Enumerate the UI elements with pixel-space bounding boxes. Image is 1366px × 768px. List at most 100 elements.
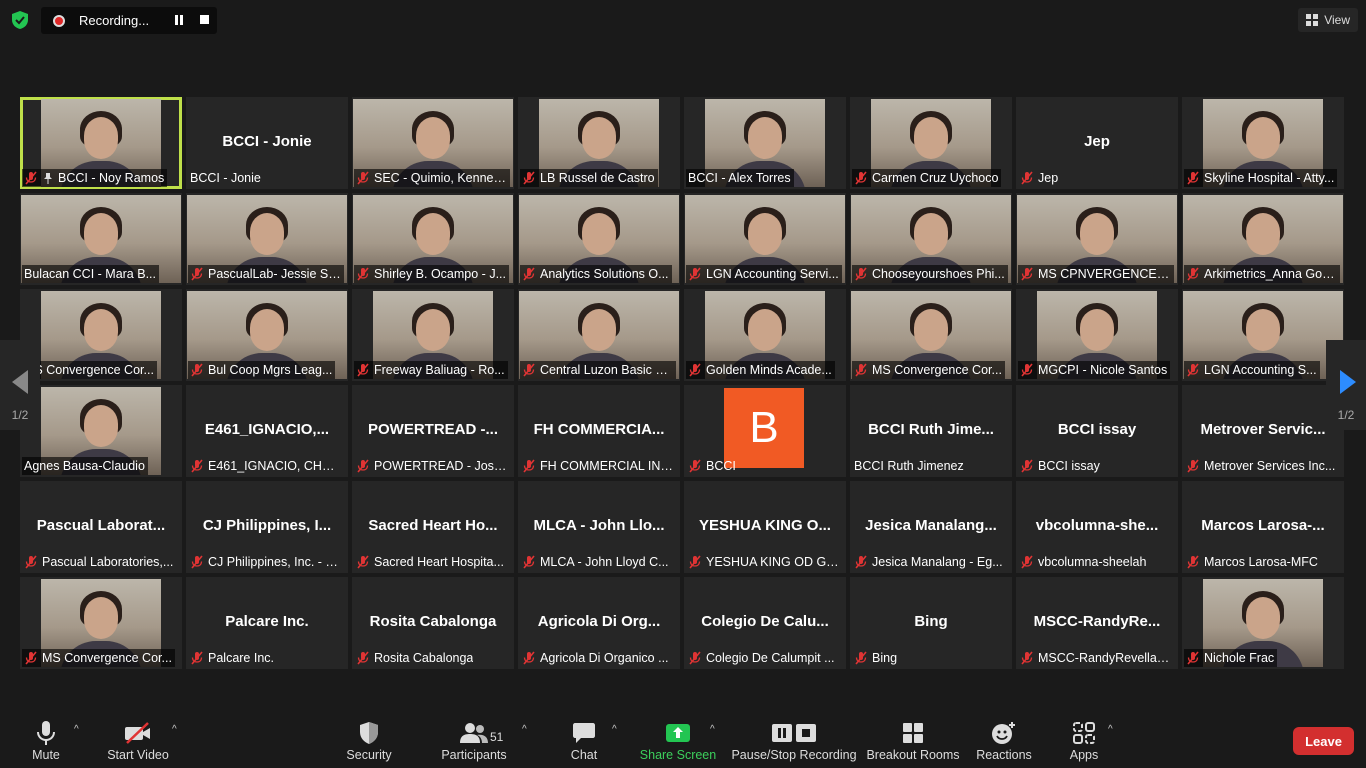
participant-name-label: YESHUA KING OD GL... <box>686 553 842 571</box>
participant-tile[interactable]: BCCI Ruth Jime... BCCI Ruth Jimenez <box>850 385 1012 477</box>
mic-muted-icon <box>689 651 701 665</box>
leave-button[interactable]: Leave <box>1293 727 1354 755</box>
participants-options-chevron-icon[interactable]: ^ <box>522 724 527 735</box>
mic-muted-icon <box>25 651 37 665</box>
participant-tile[interactable]: PascualLab- Jessie Sa... <box>186 193 348 285</box>
breakout-rooms-button[interactable]: Breakout Rooms <box>866 708 960 768</box>
participant-tile[interactable]: FH COMMERCIA... FH COMMERCIAL INC... <box>518 385 680 477</box>
participant-tile[interactable]: Agricola Di Org... Agricola Di Organico .… <box>518 577 680 669</box>
mic-muted-icon <box>855 651 867 665</box>
participant-tile[interactable]: Agnes Bausa-Claudio <box>20 385 182 477</box>
participant-display-name: CJ Philippines, I... <box>202 517 332 534</box>
apps-button[interactable]: Apps <box>1062 708 1106 768</box>
participant-name: Jep <box>1038 171 1059 185</box>
participant-name: Bul Coop Mgrs Leag... <box>208 363 333 377</box>
start-video-button[interactable]: Start Video <box>106 708 170 768</box>
share-options-chevron-icon[interactable]: ^ <box>710 724 715 735</box>
participant-tile[interactable]: Arkimetrics_Anna Gon... <box>1182 193 1344 285</box>
share-screen-button[interactable]: Share Screen <box>640 708 716 768</box>
pause-stop-recording-button[interactable]: Pause/Stop Recording <box>731 708 857 768</box>
stop-recording-icon[interactable] <box>200 15 209 24</box>
participant-tile[interactable]: B BCCI <box>684 385 846 477</box>
mic-muted-icon <box>1021 459 1033 473</box>
participant-tile[interactable]: Sacred Heart Ho... Sacred Heart Hospita..… <box>352 481 514 573</box>
video-options-chevron-icon[interactable]: ^ <box>172 724 177 735</box>
participant-tile[interactable]: MS Convergence Cor... <box>20 289 182 381</box>
view-button[interactable]: View <box>1298 8 1358 32</box>
participant-tile[interactable]: LGN Accounting Servi... <box>684 193 846 285</box>
participant-tile[interactable]: Pascual Laborat... Pascual Laboratories,.… <box>20 481 182 573</box>
participant-display-name: Jesica Manalang... <box>865 517 997 534</box>
participant-tile[interactable]: Rosita Cabalonga Rosita Cabalonga <box>352 577 514 669</box>
video-off-icon <box>124 718 152 748</box>
participant-tile[interactable]: Colegio De Calu... Colegio De Calumpit ..… <box>684 577 846 669</box>
participant-tile[interactable]: Central Luzon Basic H... <box>518 289 680 381</box>
participant-display-name: Rosita Cabalonga <box>369 613 497 630</box>
participant-tile[interactable]: MS CPNVERGENCE C... <box>1016 193 1178 285</box>
participant-name-label: SEC - Quimio, Kennet... <box>354 169 510 187</box>
participant-name: Pascual Laboratories,... <box>42 555 174 569</box>
mic-muted-icon <box>689 267 701 281</box>
mute-button[interactable]: Mute <box>26 708 66 768</box>
microphone-icon <box>36 718 56 748</box>
participant-tile[interactable]: Shirley B. Ocampo - J... <box>352 193 514 285</box>
participant-tile[interactable]: vbcolumna-she... vbcolumna-sheelah <box>1016 481 1178 573</box>
participant-tile[interactable]: Bulacan CCI - Mara B... <box>20 193 182 285</box>
mute-label: Mute <box>32 748 60 762</box>
participant-tile[interactable]: Metrover Servic... Metrover Services Inc.… <box>1182 385 1344 477</box>
participant-tile[interactable]: Analytics Solutions O... <box>518 193 680 285</box>
previous-page-button[interactable]: 1/2 <box>0 340 40 430</box>
breakout-rooms-label: Breakout Rooms <box>866 748 960 762</box>
participant-name: MLCA - John Lloyd C... <box>540 555 669 569</box>
participant-name: Bing <box>872 651 898 665</box>
participant-tile[interactable]: BCCI - Alex Torres <box>684 97 846 189</box>
next-page-button[interactable]: 1/2 <box>1326 340 1366 430</box>
reactions-button[interactable]: Reactions <box>976 708 1032 768</box>
participants-label: Participants <box>441 748 507 762</box>
participant-name-label: BCCI issay <box>1018 457 1103 475</box>
participant-tile[interactable]: E461_IGNACIO,... E461_IGNACIO, CHER... <box>186 385 348 477</box>
participant-display-name: Jep <box>1084 133 1110 150</box>
participant-tile[interactable]: LGN Accounting S... <box>1182 289 1344 381</box>
participant-tile[interactable]: BCCI - Noy Ramos <box>20 97 182 189</box>
shield-check-icon[interactable] <box>10 10 30 30</box>
mic-muted-icon <box>523 651 535 665</box>
apps-options-chevron-icon[interactable]: ^ <box>1108 724 1113 735</box>
participant-tile[interactable]: Jep Jep <box>1016 97 1178 189</box>
participant-tile[interactable]: MS Convergence Cor... <box>20 577 182 669</box>
participant-name-label: Marcos Larosa-MFC <box>1184 553 1321 571</box>
participants-icon <box>459 718 489 748</box>
participant-tile[interactable]: Jesica Manalang... Jesica Manalang - Eg..… <box>850 481 1012 573</box>
chat-options-chevron-icon[interactable]: ^ <box>612 724 617 735</box>
participant-tile[interactable]: Palcare Inc. Palcare Inc. <box>186 577 348 669</box>
participant-tile[interactable]: YESHUA KING O... YESHUA KING OD GL... <box>684 481 846 573</box>
pause-recording-icon[interactable] <box>173 14 185 26</box>
participant-tile[interactable]: Golden Minds Acade... <box>684 289 846 381</box>
participant-tile[interactable]: Bing Bing <box>850 577 1012 669</box>
participant-name: LB Russel de Castro <box>540 171 655 185</box>
participant-tile[interactable]: MGCPI - Nicole Santos <box>1016 289 1178 381</box>
participant-name-label: Pascual Laboratories,... <box>22 553 176 571</box>
participant-tile[interactable]: BCCI - Jonie BCCI - Jonie <box>186 97 348 189</box>
participant-tile[interactable]: MLCA - John Llo... MLCA - John Lloyd C... <box>518 481 680 573</box>
participant-tile[interactable]: MS Convergence Cor... <box>850 289 1012 381</box>
security-button[interactable]: Security <box>344 708 394 768</box>
mute-options-chevron-icon[interactable]: ^ <box>74 724 79 735</box>
participant-name-label: Palcare Inc. <box>188 649 277 667</box>
participant-tile[interactable]: BCCI issay BCCI issay <box>1016 385 1178 477</box>
participant-tile[interactable]: SEC - Quimio, Kennet... <box>352 97 514 189</box>
mic-muted-icon <box>357 459 369 473</box>
participant-tile[interactable]: POWERTREAD -... POWERTREAD - Josie... <box>352 385 514 477</box>
chat-button[interactable]: Chat <box>566 708 602 768</box>
participant-tile[interactable]: Chooseyourshoes Phi... <box>850 193 1012 285</box>
participant-tile[interactable]: CJ Philippines, I... CJ Philippines, Inc.… <box>186 481 348 573</box>
participant-tile[interactable]: LB Russel de Castro <box>518 97 680 189</box>
participant-tile[interactable]: Skyline Hospital - Atty... <box>1182 97 1344 189</box>
participant-tile[interactable]: Marcos Larosa-... Marcos Larosa-MFC <box>1182 481 1344 573</box>
participants-count: 51 <box>490 730 504 744</box>
participant-tile[interactable]: MSCC-RandyRe... MSCC-RandyRevellame <box>1016 577 1178 669</box>
participant-tile[interactable]: Bul Coop Mgrs Leag... <box>186 289 348 381</box>
participant-tile[interactable]: Nichole Frac <box>1182 577 1344 669</box>
participant-tile[interactable]: Carmen Cruz Uychoco <box>850 97 1012 189</box>
participant-tile[interactable]: Freeway Baliuag - Ro... <box>352 289 514 381</box>
